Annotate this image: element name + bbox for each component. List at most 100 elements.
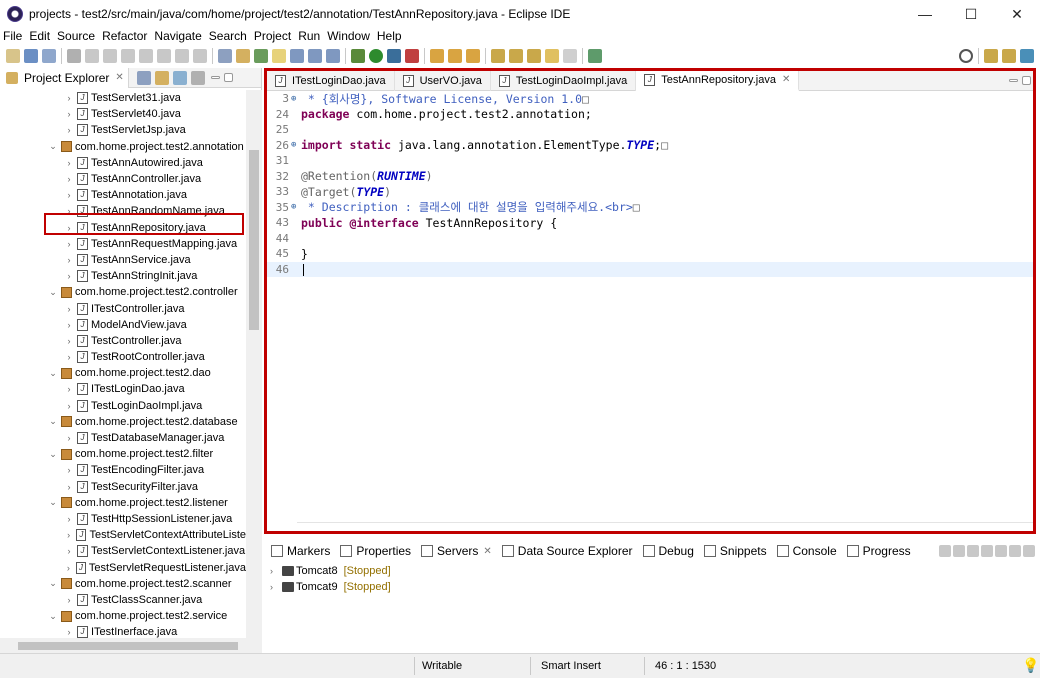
expand-right-icon[interactable]: › [64, 401, 74, 411]
coverage-icon[interactable] [387, 49, 401, 63]
file-row[interactable]: › J TestController.java [0, 333, 246, 349]
package-row[interactable]: ⌄ com.home.project.test2.listener [0, 495, 246, 511]
next-annotation-icon[interactable] [491, 49, 505, 63]
close-icon[interactable]: ✕ [115, 72, 123, 83]
expand-right-icon[interactable]: › [64, 530, 73, 540]
scroll-thumb[interactable] [249, 150, 259, 330]
menu-project[interactable]: Project [254, 29, 291, 43]
vertical-scrollbar[interactable] [246, 90, 262, 638]
expand-right-icon[interactable]: › [64, 271, 74, 281]
menu-window[interactable]: Window [327, 29, 370, 43]
minimize-view-icon[interactable] [1009, 79, 1018, 82]
collapse-all-icon[interactable] [136, 70, 151, 85]
code-line[interactable]: 25 [267, 122, 1033, 138]
close-icon[interactable]: ✕ [483, 546, 491, 557]
expand-right-icon[interactable]: › [64, 546, 74, 556]
file-row[interactable]: › J TestServletJsp.java [0, 122, 246, 138]
code-line[interactable]: 43 public @interface TestAnnRepository { [267, 215, 1033, 231]
suspend-icon[interactable] [103, 49, 117, 63]
bottom-tab[interactable]: Snippets [699, 540, 772, 562]
search-icon[interactable] [959, 49, 973, 63]
file-row[interactable]: › J TestServletContextListener.java [0, 543, 246, 559]
disconnect-icon[interactable] [139, 49, 153, 63]
code-line[interactable]: 24 package com.home.project.test2.annotat… [267, 107, 1033, 123]
expand-right-icon[interactable]: › [64, 174, 74, 184]
package-row[interactable]: ⌄ com.home.project.test2.dao [0, 365, 246, 381]
expand-right-icon[interactable]: › [64, 514, 74, 524]
editor-horizontal-scrollbar[interactable] [297, 522, 1033, 532]
start-server-icon[interactable] [967, 545, 979, 557]
link-editor-icon[interactable] [154, 70, 169, 85]
code-line[interactable]: 32 @Retention(RUNTIME) [267, 169, 1033, 185]
package-row[interactable]: ⌄ com.home.project.test2.database [0, 414, 246, 430]
expand-down-icon[interactable]: ⌄ [48, 578, 58, 589]
file-row[interactable]: › J TestAnnService.java [0, 252, 246, 268]
back-icon[interactable] [545, 49, 559, 63]
menu-search[interactable]: Search [209, 29, 247, 43]
collapse-all-icon[interactable] [939, 545, 951, 557]
menu-run[interactable]: Run [298, 29, 320, 43]
fold-expand-icon[interactable]: ⊕ [291, 140, 299, 150]
expand-right-icon[interactable]: › [64, 255, 74, 265]
save-icon[interactable] [24, 49, 38, 63]
minimize-view-icon[interactable] [210, 76, 220, 79]
file-row[interactable]: › J TestDatabaseManager.java [0, 430, 246, 446]
open-perspective-icon[interactable] [984, 49, 998, 63]
expand-right-icon[interactable]: › [64, 304, 74, 314]
expand-down-icon[interactable]: ⌄ [48, 368, 58, 379]
stop-server-icon[interactable] [995, 545, 1007, 557]
bottom-tab[interactable]: Progress [842, 540, 916, 562]
expand-down-icon[interactable]: ⌄ [48, 287, 58, 298]
previous-annotation-icon[interactable] [509, 49, 523, 63]
view-menu-icon[interactable] [190, 70, 205, 85]
step-over-icon[interactable] [175, 49, 189, 63]
expand-down-icon[interactable]: ⌄ [48, 449, 58, 460]
new-package-icon[interactable] [448, 49, 462, 63]
file-row[interactable]: › J TestLoginDaoImpl.java [0, 398, 246, 414]
new-class-icon[interactable] [466, 49, 480, 63]
mark-occurrences-icon[interactable] [254, 49, 268, 63]
expand-right-icon[interactable]: › [64, 109, 74, 119]
file-row[interactable]: › J ITestController.java [0, 300, 246, 316]
skip-breakpoints-icon[interactable] [67, 49, 81, 63]
package-row[interactable]: ⌄ com.home.project.test2.annotation [0, 139, 246, 155]
package-row[interactable]: ⌄ com.home.project.test2.filter [0, 446, 246, 462]
expand-right-icon[interactable]: › [64, 482, 74, 492]
block-select-icon[interactable] [308, 49, 322, 63]
profile-server-icon[interactable] [981, 545, 993, 557]
expand-down-icon[interactable]: ⌄ [48, 141, 58, 152]
editor-tab[interactable]: J TestLoginDaoImpl.java [491, 70, 637, 91]
file-row[interactable]: › J TestAnnController.java [0, 171, 246, 187]
maximize-view-icon[interactable] [223, 73, 233, 82]
package-row[interactable]: ⌄ com.home.project.test2.controller [0, 284, 246, 300]
server-row[interactable]: › Tomcat8 [Stopped] [270, 563, 1036, 579]
expand-right-icon[interactable]: › [270, 582, 280, 592]
code-line[interactable]: 46 [267, 261, 1033, 277]
expand-right-icon[interactable]: › [64, 563, 73, 573]
file-row[interactable]: › J TestSecurityFilter.java [0, 479, 246, 495]
run-icon[interactable] [369, 49, 383, 63]
close-icon[interactable]: ✕ [782, 74, 790, 85]
maximize-view-icon[interactable] [1022, 76, 1031, 85]
expand-down-icon[interactable]: ⌄ [48, 416, 58, 427]
debug-icon[interactable] [351, 49, 365, 63]
file-row[interactable]: › J TestAnnStringInit.java [0, 268, 246, 284]
bottom-tab[interactable]: Properties [335, 540, 416, 562]
expand-right-icon[interactable]: › [64, 190, 74, 200]
menu-help[interactable]: Help [377, 29, 402, 43]
menu-refactor[interactable]: Refactor [102, 29, 147, 43]
file-row[interactable]: › J TestServletContextAttributeListe [0, 527, 246, 543]
close-button[interactable]: ✕ [994, 0, 1040, 28]
file-row[interactable]: › J TestEncodingFilter.java [0, 462, 246, 478]
editor-tab[interactable]: J UserVO.java [395, 70, 491, 91]
java-ee-perspective-icon[interactable] [1002, 49, 1016, 63]
expand-down-icon[interactable]: ⌄ [48, 497, 58, 508]
expand-right-icon[interactable]: › [64, 239, 74, 249]
package-row[interactable]: ⌄ com.home.project.test2.service [0, 608, 246, 624]
code-line[interactable]: 31 [267, 153, 1033, 169]
editor-tab[interactable]: J ITestLoginDao.java [267, 70, 395, 91]
code-line[interactable]: 26 ⊕ import static java.lang.annotation.El… [267, 138, 1033, 154]
file-row[interactable]: › J TestHttpSessionListener.java [0, 511, 246, 527]
forward-icon[interactable] [563, 49, 577, 63]
file-row[interactable]: › J ModelAndView.java [0, 317, 246, 333]
